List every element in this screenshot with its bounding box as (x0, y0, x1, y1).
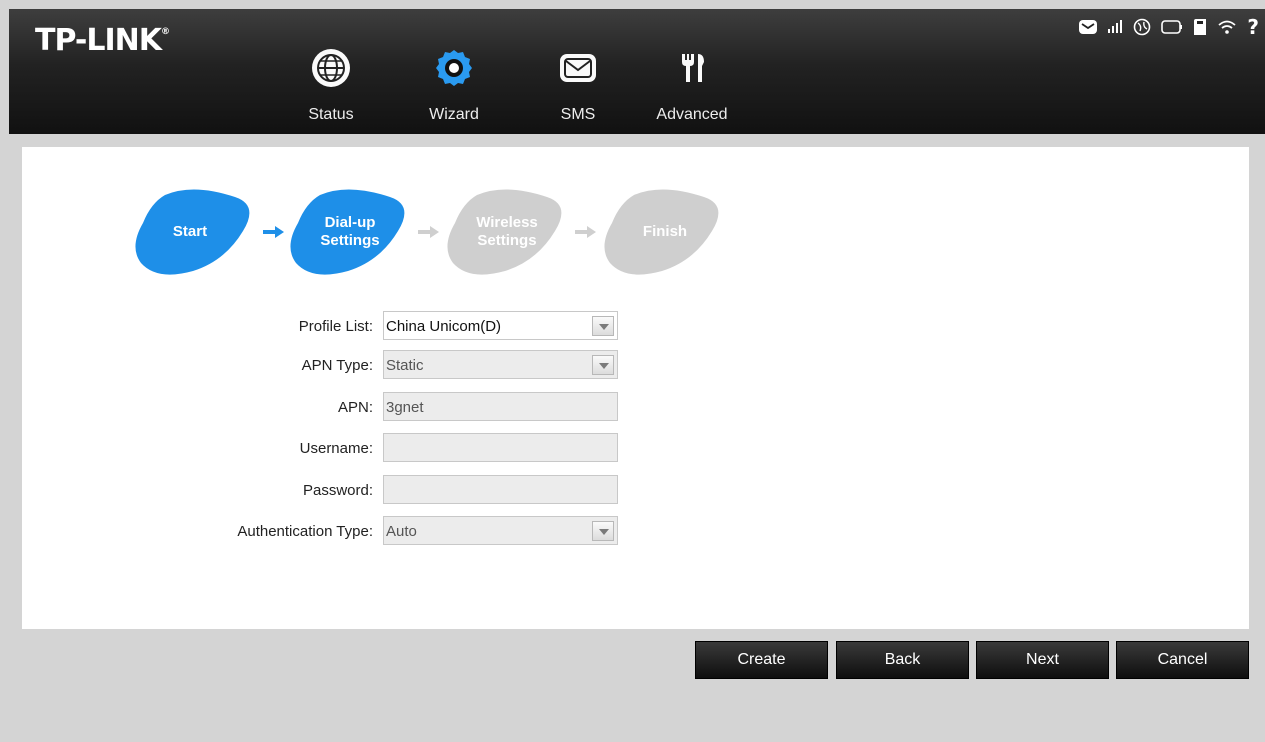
apn-type-row: APN Type: Static (22, 350, 622, 380)
step-arrow-icon (575, 226, 596, 238)
profile-list-row: Profile List: China Unicom(D) (22, 311, 622, 341)
chevron-down-icon[interactable] (592, 521, 614, 541)
tp-link-logo: TP-LINK® (35, 23, 171, 58)
step-label-line1: Wireless (476, 214, 538, 231)
step-label: Finish (642, 223, 688, 240)
profile-list-select[interactable]: China Unicom(D) (383, 311, 618, 340)
apn-type-label: APN Type: (301, 357, 373, 374)
next-button[interactable]: Next (976, 641, 1109, 679)
step-arrow-icon (263, 226, 284, 238)
step-label: Start (172, 223, 208, 240)
nav-status-label: Status (308, 106, 354, 123)
profile-list-label: Profile List: (298, 318, 373, 335)
cancel-button[interactable]: Cancel (1116, 641, 1249, 679)
step-arrow-icon (418, 226, 439, 238)
globe-icon (312, 49, 350, 87)
apn-type-value: Static (386, 357, 424, 374)
battery-icon (1161, 20, 1183, 34)
apn-row: APN: 3gnet (22, 392, 622, 422)
top-header: TP-LINK® Status Wizard SMS Advanced ? (9, 9, 1265, 134)
username-row: Username: (22, 433, 622, 463)
sms-icon[interactable] (1079, 20, 1098, 34)
internet-icon (1133, 18, 1151, 36)
tools-icon (682, 54, 704, 82)
wizard-step-dialup: Dial-up Settings (290, 187, 405, 277)
apn-label: APN: (337, 399, 373, 416)
nav-wizard-label: Wizard (429, 106, 479, 123)
apn-input[interactable]: 3gnet (383, 392, 618, 421)
wizard-step-start: Start (135, 187, 250, 277)
step-label-line2: Settings (320, 232, 380, 249)
auth-type-row: Authentication Type: Auto (22, 516, 622, 546)
wizard-panel: Start Dial-up Settings Wireless Settings F… (22, 147, 1249, 629)
username-input[interactable] (383, 433, 618, 462)
wizard-step-finish: Finish (604, 187, 719, 277)
nav-sms[interactable]: SMS (533, 44, 623, 129)
step-label-line2: Settings (477, 232, 537, 249)
password-input[interactable] (383, 475, 618, 504)
apn-type-select[interactable]: Static (383, 350, 618, 379)
nav-advanced[interactable]: Advanced (647, 44, 737, 129)
auth-type-select[interactable]: Auto (383, 516, 618, 545)
wizard-step-wireless: Wireless Settings (447, 187, 562, 277)
profile-list-value: China Unicom(D) (386, 318, 502, 335)
wizard-gear-icon (436, 50, 472, 86)
status-bar: ? (1079, 15, 1259, 39)
nav-status[interactable]: Status (286, 44, 376, 129)
back-button[interactable]: Back (836, 641, 969, 679)
nav-advanced-label: Advanced (656, 106, 728, 123)
username-label: Username: (299, 440, 373, 457)
nav-sms-label: SMS (560, 106, 596, 123)
envelope-icon (560, 54, 596, 82)
auth-type-value: Auto (386, 523, 417, 540)
apn-value: 3gnet (386, 399, 424, 416)
auth-type-label: Authentication Type: (237, 523, 373, 540)
step-label-line1: Dial-up (324, 214, 376, 231)
signal-icon (1107, 20, 1123, 34)
sd-card-icon (1193, 19, 1207, 35)
create-button[interactable]: Create (695, 641, 828, 679)
nav-wizard[interactable]: Wizard (409, 44, 499, 129)
chevron-down-icon[interactable] (592, 355, 614, 375)
chevron-down-icon[interactable] (592, 316, 614, 336)
help-icon[interactable]: ? (1247, 15, 1259, 39)
password-row: Password: (22, 475, 622, 505)
wifi-icon (1217, 19, 1237, 35)
password-label: Password: (302, 482, 373, 499)
